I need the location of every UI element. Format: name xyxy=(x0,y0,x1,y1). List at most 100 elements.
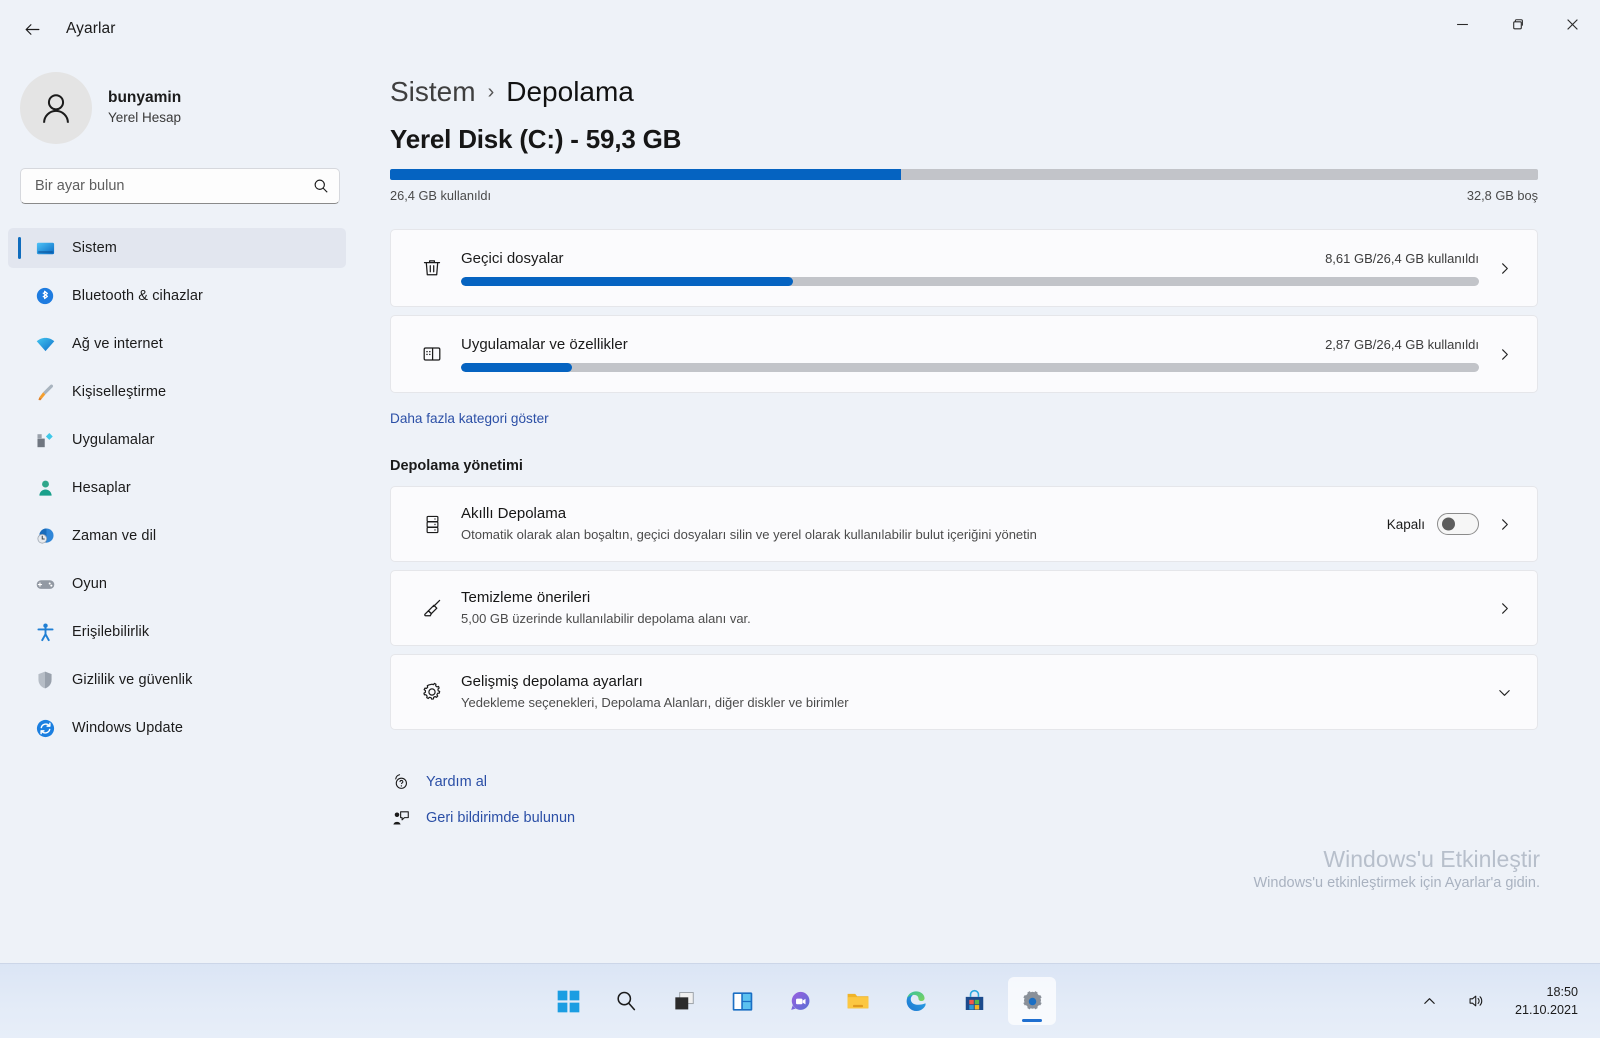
account-text: bunyamin Yerel Hesap xyxy=(108,88,181,128)
sidebar-item-label: Oyun xyxy=(72,576,108,592)
category-bar-fill xyxy=(461,277,793,286)
sidebar-item-hesaplar[interactable]: Hesaplar xyxy=(8,468,346,508)
file-explorer-button[interactable] xyxy=(834,977,882,1025)
chevron-right-icon[interactable] xyxy=(1487,347,1521,362)
monitor-icon xyxy=(34,237,56,259)
smart-storage-toggle[interactable] xyxy=(1437,513,1479,535)
chevron-down-icon[interactable] xyxy=(1487,685,1521,700)
category-usage: 8,61 GB/26,4 GB kullanıldı xyxy=(1325,251,1479,266)
search-icon xyxy=(313,178,329,194)
chevron-up-icon[interactable] xyxy=(1414,988,1445,1015)
volume-icon[interactable] xyxy=(1459,986,1493,1016)
management-title: Akıllı Depolama xyxy=(461,504,567,522)
close-button[interactable] xyxy=(1545,0,1600,48)
microsoft-store-button[interactable] xyxy=(950,977,998,1025)
category-name: Geçici dosyalar xyxy=(461,250,564,267)
chevron-right-icon[interactable] xyxy=(1487,517,1521,532)
settings-window: Ayarlar bunyamin Yerel Hesap Bir ayar bu… xyxy=(0,0,1600,1038)
maximize-button[interactable] xyxy=(1490,0,1545,48)
taskbar-icons xyxy=(544,977,1056,1025)
sidebar-item-bluetooth-cihazlar[interactable]: Bluetooth & cihazlar xyxy=(8,276,346,316)
category-header: Geçici dosyalar 8,61 GB/26,4 GB kullanıl… xyxy=(461,250,1479,267)
sidebar-item-zaman-ve-dil[interactable]: Zaman ve dil xyxy=(8,516,346,556)
smart-storage-toggle-group[interactable]: Kapalı xyxy=(1387,513,1479,535)
sidebar-item-label: Sistem xyxy=(72,240,117,256)
sidebar-item-kisisellestirme[interactable]: Kişiselleştirme xyxy=(8,372,346,412)
disk-usage-legend: 26,4 GB kullanıldı 32,8 GB boş xyxy=(390,188,1538,203)
sidebar-item-sistem[interactable]: Sistem xyxy=(8,228,346,268)
management-text: Gelişmiş depolama ayarları Yedekleme seç… xyxy=(461,671,1479,714)
sidebar-item-oyun[interactable]: Oyun xyxy=(8,564,346,604)
help-question-icon xyxy=(390,772,412,792)
edge-button[interactable] xyxy=(892,977,940,1025)
toggle-state-label: Kapalı xyxy=(1386,516,1425,532)
shield-icon xyxy=(34,669,56,691)
get-help-link[interactable]: Yardım al xyxy=(390,772,1538,792)
sidebar: bunyamin Yerel Hesap Bir ayar bulun Sist… xyxy=(0,58,362,963)
breadcrumb-parent[interactable]: Sistem xyxy=(390,76,476,108)
disk-usage-bar xyxy=(390,169,1538,180)
widgets-button[interactable] xyxy=(718,977,766,1025)
chevron-right-icon: › xyxy=(487,80,495,103)
management-row-smart-storage[interactable]: Akıllı Depolama Otomatik olarak alan boş… xyxy=(390,486,1538,562)
storage-category-row[interactable]: Uygulamalar ve özellikler 2,87 GB/26,4 G… xyxy=(390,315,1538,393)
sidebar-item-windows-update[interactable]: Windows Update xyxy=(8,708,346,748)
storage-category-row[interactable]: Geçici dosyalar 8,61 GB/26,4 GB kullanıl… xyxy=(390,229,1538,307)
back-button[interactable] xyxy=(12,12,52,46)
sidebar-item-label: Uygulamalar xyxy=(72,432,155,448)
management-subtitle: Yedekleme seçenekleri, Depolama Alanları… xyxy=(461,695,849,711)
system-tray: 18:50 21.10.2021 xyxy=(1414,964,1586,1038)
sidebar-item-label: Gizlilik ve güvenlik xyxy=(72,672,193,688)
gamepad-icon xyxy=(34,573,56,595)
sidebar-item-uygulamalar[interactable]: Uygulamalar xyxy=(8,420,346,460)
sidebar-item-label: Windows Update xyxy=(72,720,184,736)
search-button[interactable] xyxy=(602,977,650,1025)
start-button[interactable] xyxy=(544,977,592,1025)
chat-button[interactable] xyxy=(776,977,824,1025)
category-usage: 2,87 GB/26,4 GB kullanıldı xyxy=(1325,337,1479,352)
management-subtitle: Otomatik olarak alan boşaltın, geçici do… xyxy=(461,527,1037,543)
account-block[interactable]: bunyamin Yerel Hesap xyxy=(0,58,362,160)
search-box[interactable] xyxy=(20,168,340,204)
sidebar-item-label: Erişilebilirlik xyxy=(72,624,150,640)
avatar xyxy=(20,72,92,144)
search-input[interactable] xyxy=(35,178,313,194)
management-row-advanced-storage-settings[interactable]: Gelişmiş depolama ayarları Yedekleme seç… xyxy=(390,654,1538,730)
clock[interactable]: 18:50 21.10.2021 xyxy=(1507,979,1586,1024)
sidebar-item-label: Ağ ve internet xyxy=(72,336,163,352)
footer-link-label: Geri bildirimde bulunun xyxy=(426,810,576,826)
category-name: Uygulamalar ve özellikler xyxy=(461,336,628,353)
management-list: Akıllı Depolama Otomatik olarak alan boş… xyxy=(390,486,1538,730)
give-feedback-link[interactable]: Geri bildirimde bulunun xyxy=(390,808,1538,828)
management-title: Gelişmiş depolama ayarları xyxy=(461,672,643,690)
sidebar-nav: Sistem Bluetooth & cihazlar Ağ ve intern… xyxy=(0,228,362,756)
management-text: Temizleme önerileri 5,00 GB üzerinde kul… xyxy=(461,587,1479,630)
accessibility-icon xyxy=(34,621,56,643)
disk-used-label: 26,4 GB kullanıldı xyxy=(390,188,492,203)
apps-icon xyxy=(34,429,56,451)
management-row-cleanup-recommendations[interactable]: Temizleme önerileri 5,00 GB üzerinde kul… xyxy=(390,570,1538,646)
sidebar-item-label: Hesaplar xyxy=(72,480,131,496)
sidebar-item-label: Bluetooth & cihazlar xyxy=(72,288,203,304)
clock-time: 18:50 xyxy=(1546,984,1578,999)
disk-free-label: 32,8 GB boş xyxy=(1466,188,1538,203)
category-bar xyxy=(461,277,1479,286)
chevron-right-icon[interactable] xyxy=(1487,261,1521,276)
storage-stack-icon xyxy=(413,513,451,536)
paintbrush-icon xyxy=(34,381,56,403)
footer-link-label: Yardım al xyxy=(426,774,487,790)
wifi-icon xyxy=(34,333,56,355)
content-pane: Sistem › Depolama Yerel Disk (C:) - 59,3… xyxy=(362,58,1600,963)
minimize-button[interactable] xyxy=(1435,0,1490,48)
chevron-right-icon[interactable] xyxy=(1487,601,1521,616)
section-title-storage-management: Depolama yönetimi xyxy=(390,458,523,474)
show-more-categories-link[interactable]: Daha fazla kategori göster xyxy=(390,411,549,426)
sidebar-item-gizlilik-ve-guvenlik[interactable]: Gizlilik ve güvenlik xyxy=(8,660,346,700)
settings-button[interactable] xyxy=(1008,977,1056,1025)
management-title: Temizleme önerileri xyxy=(461,588,591,606)
toggle-knob xyxy=(1442,517,1455,531)
taskbar: 18:50 21.10.2021 xyxy=(0,963,1600,1038)
sidebar-item-erisilebilirlik[interactable]: Erişilebilirlik xyxy=(8,612,346,652)
task-view-button[interactable] xyxy=(660,977,708,1025)
sidebar-item-ag-ve-internet[interactable]: Ağ ve internet xyxy=(8,324,346,364)
